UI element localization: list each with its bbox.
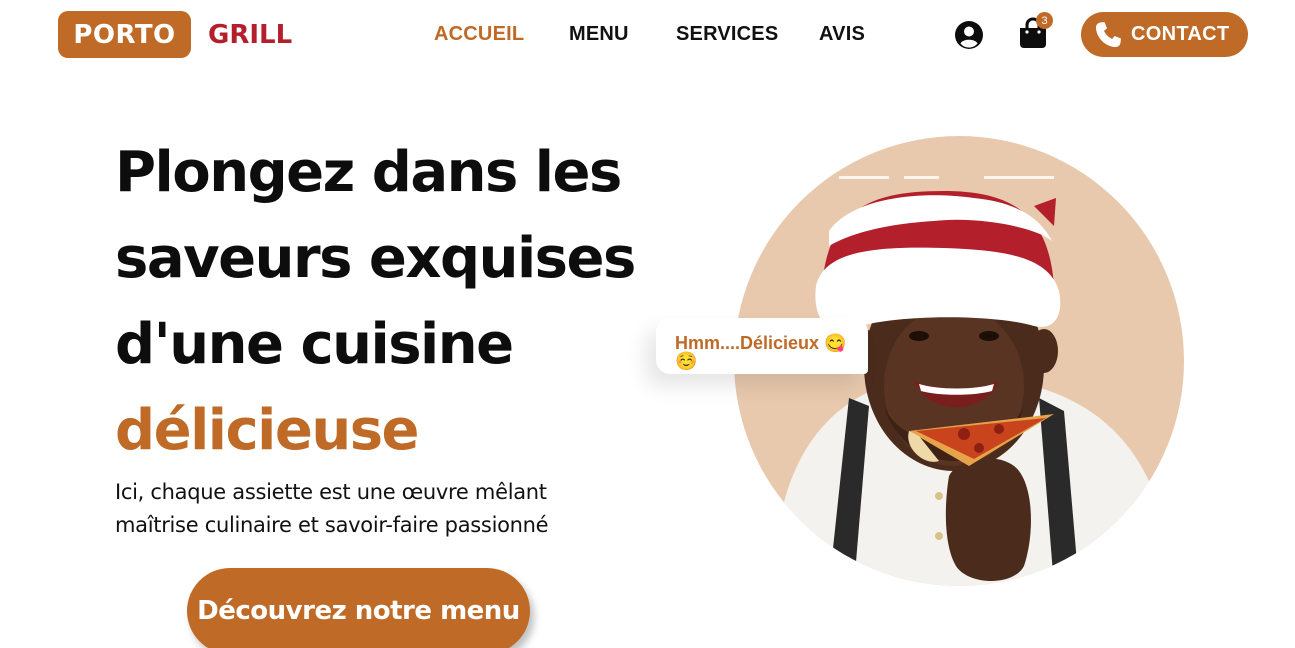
hero-title-line1: Plongez dans les <box>115 140 622 205</box>
user-circle-icon[interactable] <box>954 20 984 50</box>
nav-link-avis[interactable]: AVIS <box>819 20 865 48</box>
hero-subtitle: Ici, chaque assiette est une œuvre mêlan… <box>115 480 549 537</box>
hero-title-line2: saveurs exquises <box>115 226 636 291</box>
cart-count-badge: 3 <box>1036 12 1053 29</box>
phone-icon <box>1096 21 1121 47</box>
hero-title-accent: délicieuse <box>115 398 420 463</box>
logo-grill[interactable]: GRILL <box>208 17 292 53</box>
nav-link-menu[interactable]: MENU <box>569 20 629 48</box>
hero-title-line3: d'une cuisine <box>115 312 514 377</box>
nav-link-accueil[interactable]: ACCUEIL <box>434 20 524 48</box>
contact-label: CONTACT <box>1131 23 1230 45</box>
discover-menu-button[interactable]: Découvrez notre menu <box>187 568 530 648</box>
contact-button[interactable]: CONTACT <box>1081 12 1248 57</box>
hero-title: Plongez dans les saveurs exquises d'une … <box>115 130 675 474</box>
logo-porto[interactable]: PORTO <box>58 11 191 58</box>
speech-bubble: Hmm....Délicieux 😋 ☺️ <box>656 318 868 374</box>
nav-link-services[interactable]: SERVICES <box>676 20 778 48</box>
